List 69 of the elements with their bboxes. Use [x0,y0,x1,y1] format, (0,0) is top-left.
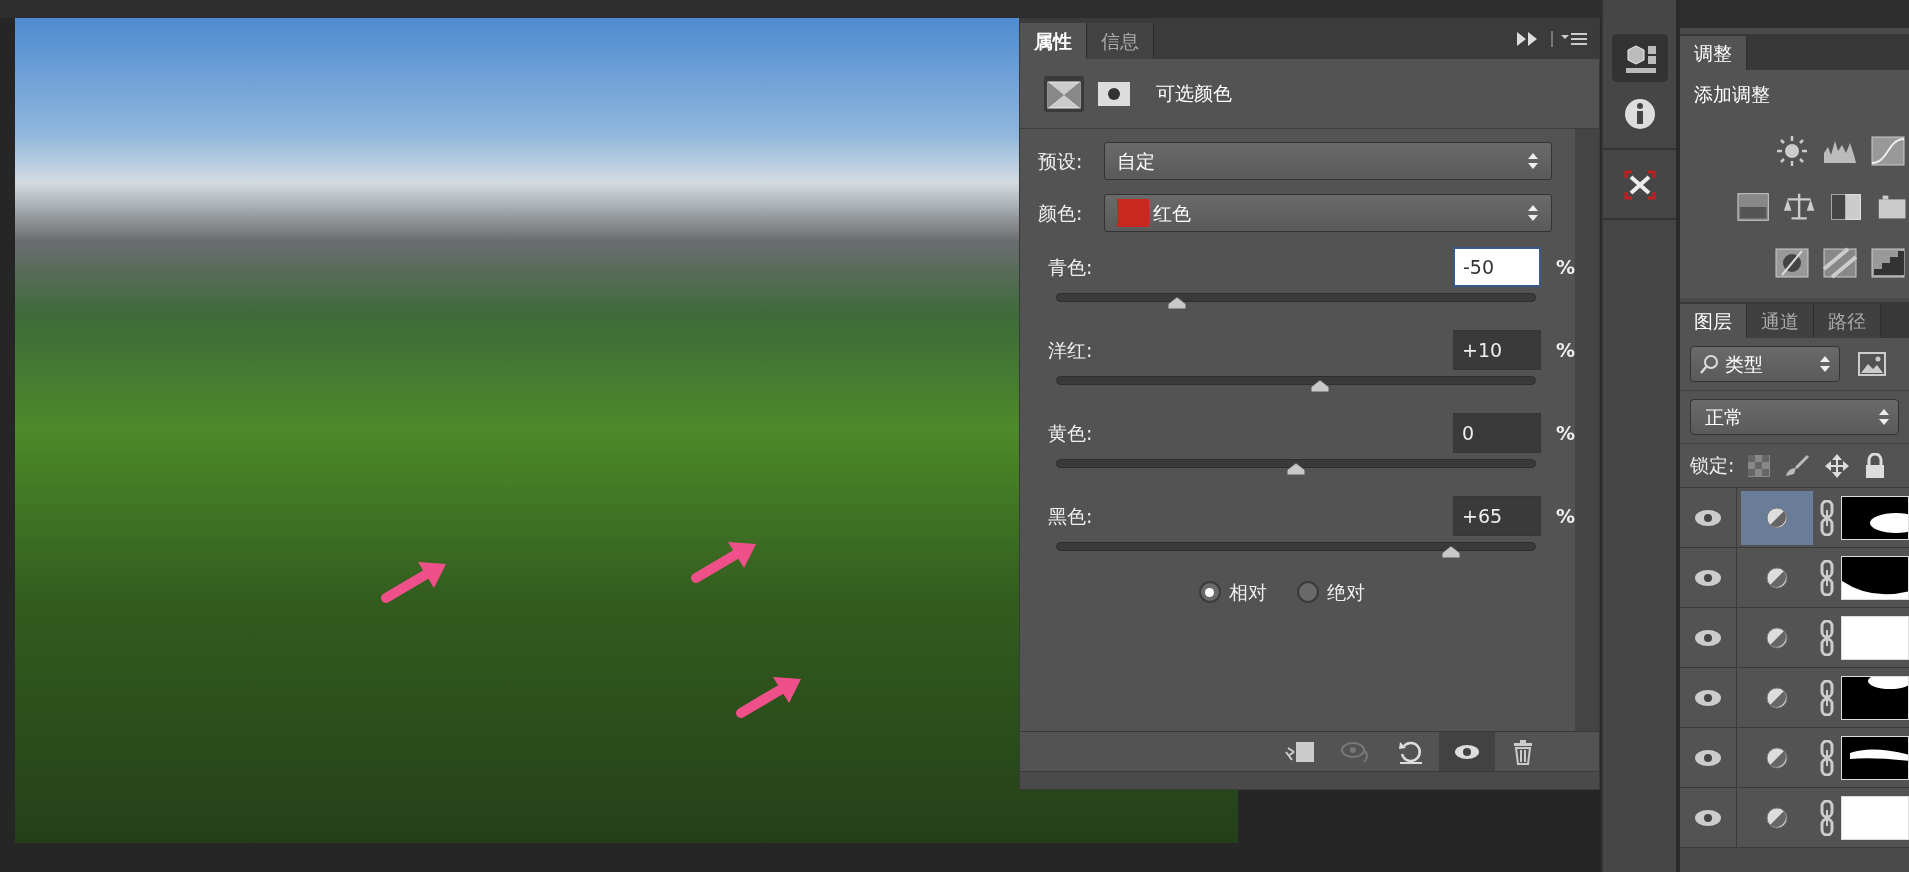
eye-icon[interactable] [1693,807,1723,828]
slider-thumb[interactable] [1286,462,1306,476]
mask-thumbnail[interactable] [1841,795,1909,840]
panel-tab[interactable]: 调整 [1680,36,1747,70]
updown-arrow-icon [1878,407,1890,427]
updown-arrow-icon [1527,151,1539,171]
mask-thumbnail[interactable] [1841,675,1909,720]
radio-option[interactable]: 绝对 [1290,577,1371,608]
percent-sign: % [1554,420,1575,446]
panel-tab[interactable]: 属性 [1020,23,1087,59]
percent-sign: % [1554,337,1575,363]
adjustment-thumbnail[interactable] [1741,490,1813,545]
half-circle-icon [1765,625,1789,650]
chain-link-icon[interactable] [1819,499,1835,536]
slider-thumb[interactable] [1166,296,1187,310]
panel-subtitle: 添加调整 [1694,82,1771,107]
half-circle-icon [1765,565,1789,590]
panel-tab[interactable]: 图层 [1680,304,1747,338]
eye-icon[interactable] [1693,507,1723,528]
mask-thumbnail[interactable] [1841,555,1909,600]
half-circle-icon [1765,745,1789,770]
mask-thumbnail[interactable] [1841,495,1909,540]
preset-label: 预设: [1038,148,1084,174]
panel-tab[interactable]: 通道 [1747,304,1814,338]
updown-arrow-icon [1527,203,1539,223]
eye-icon[interactable] [1693,747,1723,768]
panel-tab[interactable]: 信息 [1087,23,1154,59]
chain-link-icon[interactable] [1819,799,1835,836]
slider-thumb[interactable] [1309,379,1330,393]
slider-label: 黑色: [1048,503,1094,529]
chain-link-icon[interactable] [1819,619,1835,656]
color-label: 颜色: [1038,200,1084,226]
padlock-icon[interactable] [1864,452,1887,479]
adjustment-mode-button[interactable] [1044,75,1084,112]
slider-label: 黄色: [1048,420,1094,446]
search-icon [1699,353,1719,375]
half-circle-icon [1765,685,1789,710]
color-dropdown[interactable]: 红色 [1104,194,1552,232]
checkerboard-icon[interactable] [1748,454,1771,477]
mask-thumbnail[interactable] [1841,615,1909,660]
radio-option[interactable]: 相对 [1192,577,1273,608]
panel-title: 可选颜色 [1156,81,1232,107]
value-field[interactable]: -50 [1453,247,1541,287]
updown-arrow-icon [1819,354,1831,374]
half-circle-icon [1765,805,1789,830]
brush-icon[interactable] [1784,453,1811,478]
preset-dropdown[interactable]: 自定 [1104,142,1552,180]
value-field[interactable]: 0 [1453,413,1541,453]
image-icon[interactable] [1858,352,1886,376]
value-field[interactable]: +65 [1453,496,1541,536]
slider-label: 青色: [1048,254,1094,280]
percent-sign: % [1554,503,1575,529]
percent-sign: % [1554,254,1575,280]
chain-link-icon[interactable] [1819,679,1835,716]
eye-icon[interactable] [1693,687,1723,708]
mask-thumbnail[interactable] [1841,735,1909,780]
chain-link-icon[interactable] [1819,559,1835,596]
slider-label: 洋红: [1048,337,1094,363]
half-circle-icon [1765,505,1789,530]
chain-link-icon[interactable] [1819,739,1835,776]
panel-tab[interactable]: 路径 [1814,304,1881,338]
value-field[interactable]: +10 [1453,330,1541,370]
eye-icon[interactable] [1693,567,1723,588]
filter-dropdown[interactable]: 类型 [1690,346,1840,382]
lock-label: 锁定: [1690,453,1735,479]
blend-mode-dropdown[interactable]: 正常 [1690,399,1899,435]
move-arrows-icon[interactable] [1824,452,1851,479]
eye-icon[interactable] [1693,627,1723,648]
slider-thumb[interactable] [1441,545,1462,559]
